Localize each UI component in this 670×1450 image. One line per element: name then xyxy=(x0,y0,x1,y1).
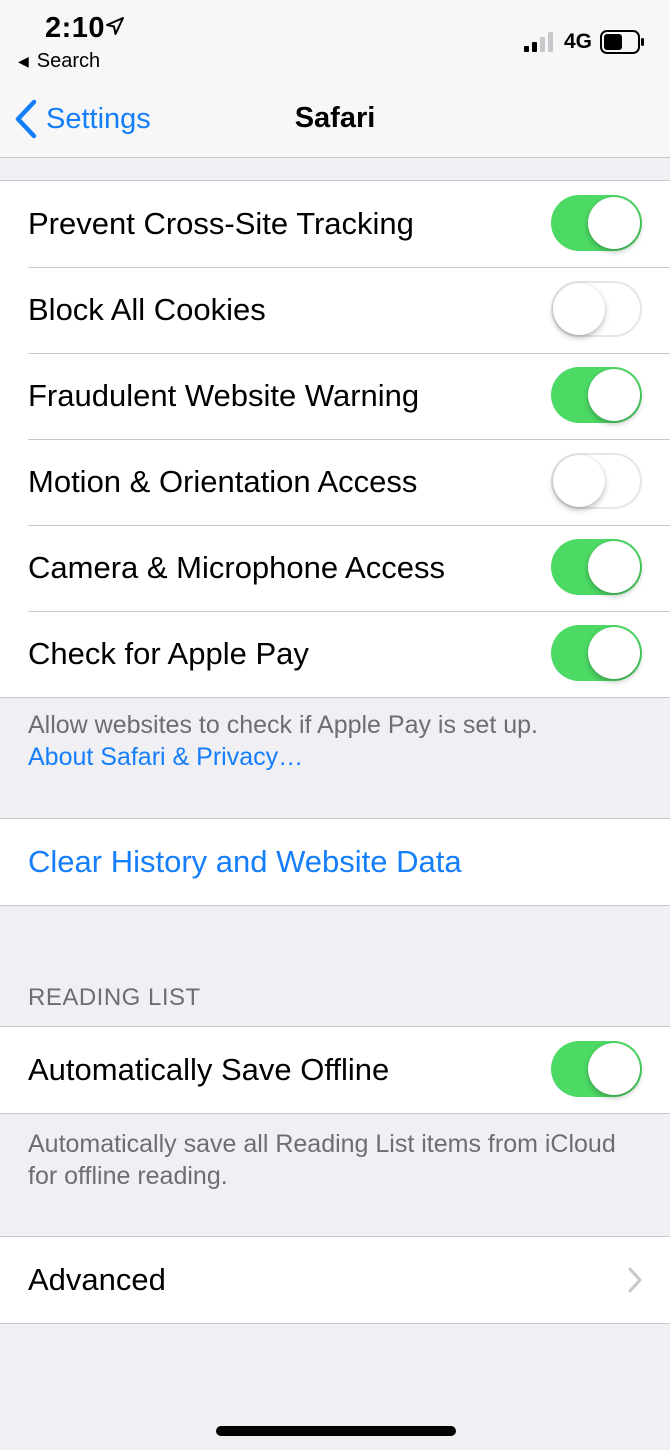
page-title: Safari xyxy=(294,102,376,134)
privacy-footer-text: Allow websites to check if Apple Pay is … xyxy=(28,711,538,739)
setting-row-apple-pay: Check for Apple Pay xyxy=(0,611,670,697)
clear-history-label: Clear History and Website Data xyxy=(28,844,462,879)
privacy-security-group: Prevent Cross-Site Tracking Block All Co… xyxy=(0,180,670,698)
advanced-label: Advanced xyxy=(28,1262,166,1297)
prevent-tracking-toggle[interactable] xyxy=(551,195,642,251)
status-bar: 2:10 ◀ Search 4G xyxy=(0,0,670,80)
advanced-group: Advanced xyxy=(0,1236,670,1324)
save-offline-toggle[interactable] xyxy=(551,1041,642,1097)
block-cookies-toggle[interactable] xyxy=(551,281,642,337)
privacy-footer: Allow websites to check if Apple Pay is … xyxy=(28,709,642,773)
setting-row-save-offline: Automatically Save Offline xyxy=(0,1027,670,1113)
setting-label: Motion & Orientation Access xyxy=(28,464,418,499)
motion-access-toggle[interactable] xyxy=(551,453,642,509)
fraud-warning-toggle[interactable] xyxy=(551,367,642,423)
network-type: 4G xyxy=(564,30,593,53)
battery-icon xyxy=(600,30,644,54)
setting-row-fraud-warning: Fraudulent Website Warning xyxy=(0,353,670,439)
setting-label: Fraudulent Website Warning xyxy=(28,378,420,413)
home-indicator[interactable] xyxy=(216,1426,456,1436)
back-triangle-icon: ◀ xyxy=(18,53,29,69)
apple-pay-toggle[interactable] xyxy=(551,625,642,681)
reading-list-header: READING LIST xyxy=(28,984,201,1011)
reading-list-group: Automatically Save Offline xyxy=(0,1026,670,1114)
setting-row-camera-mic: Camera & Microphone Access xyxy=(0,525,670,611)
back-app-label: Search xyxy=(36,50,101,72)
setting-label: Block All Cookies xyxy=(28,292,266,327)
reading-list-footer: Automatically save all Reading List item… xyxy=(28,1128,642,1192)
setting-row-motion-access: Motion & Orientation Access xyxy=(0,439,670,525)
reading-list-footer-text: Automatically save all Reading List item… xyxy=(28,1130,616,1190)
clear-history-group: Clear History and Website Data xyxy=(0,818,670,906)
back-to-app-link[interactable]: ◀ Search xyxy=(18,50,100,73)
about-privacy-link[interactable]: About Safari & Privacy… xyxy=(28,741,642,773)
setting-label: Automatically Save Offline xyxy=(28,1052,390,1087)
setting-label: Check for Apple Pay xyxy=(28,636,309,671)
cellular-signal-icon xyxy=(524,32,553,52)
setting-label: Prevent Cross-Site Tracking xyxy=(28,206,414,241)
location-arrow-icon xyxy=(106,17,124,35)
chevron-right-icon xyxy=(628,1267,642,1293)
camera-mic-toggle[interactable] xyxy=(551,539,642,595)
setting-row-block-cookies: Block All Cookies xyxy=(0,267,670,353)
setting-label: Camera & Microphone Access xyxy=(28,550,445,585)
setting-row-prevent-tracking: Prevent Cross-Site Tracking xyxy=(0,181,670,267)
navigation-bar: Settings Safari xyxy=(0,80,670,158)
advanced-row[interactable]: Advanced xyxy=(0,1237,670,1323)
clear-history-button[interactable]: Clear History and Website Data xyxy=(0,819,670,905)
status-time: 2:10 xyxy=(45,12,106,44)
